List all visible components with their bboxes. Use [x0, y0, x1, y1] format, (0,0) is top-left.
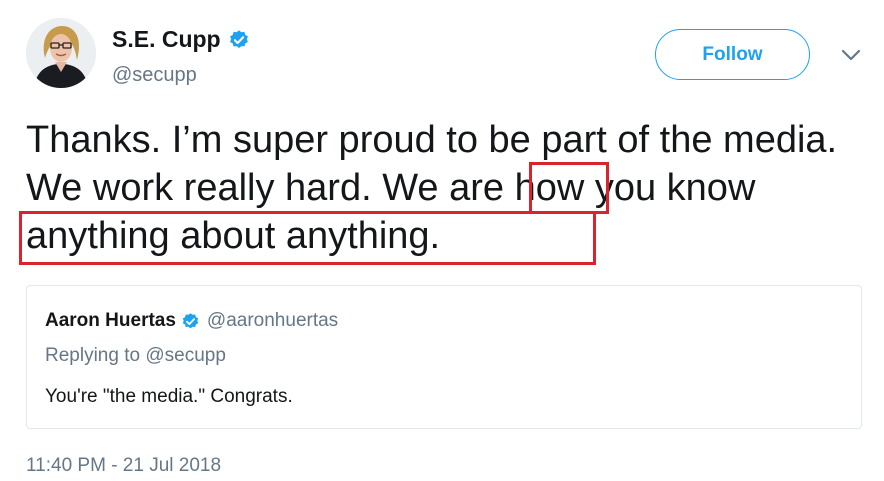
replying-to: Replying to @secupp — [45, 345, 226, 367]
follow-button[interactable]: Follow — [655, 29, 810, 80]
author-handle[interactable]: @secupp — [112, 64, 197, 87]
verified-badge-icon — [182, 312, 199, 328]
quoted-author-row: Aaron Huertas @aaronhuertas — [45, 310, 338, 332]
author-display-name[interactable]: S.E. Cupp — [112, 26, 221, 53]
quoted-tweet[interactable]: Aaron Huertas @aaronhuertas Replying to … — [26, 285, 862, 429]
avatar[interactable] — [26, 18, 96, 88]
tweet-text-segment: are how you — [438, 167, 667, 209]
quoted-tweet-text: You're "the media." Congrats. — [45, 386, 293, 407]
tweet-text: Thanks. I’m super proud to be part of th… — [26, 116, 856, 260]
replying-to-handle: @secupp — [145, 345, 226, 366]
highlighted-word: We — [382, 167, 439, 209]
avatar-photo — [26, 18, 96, 88]
tweet-timestamp[interactable]: 11:40 PM - 21 Jul 2018 — [26, 455, 221, 477]
author-name-row: S.E. Cupp — [112, 26, 250, 53]
quoted-display-name: Aaron Huertas — [45, 310, 176, 331]
chevron-down-icon[interactable] — [840, 48, 862, 62]
quoted-handle: @aaronhuertas — [206, 310, 339, 331]
replying-prefix: Replying to — [45, 345, 146, 366]
verified-badge-icon — [229, 29, 248, 48]
